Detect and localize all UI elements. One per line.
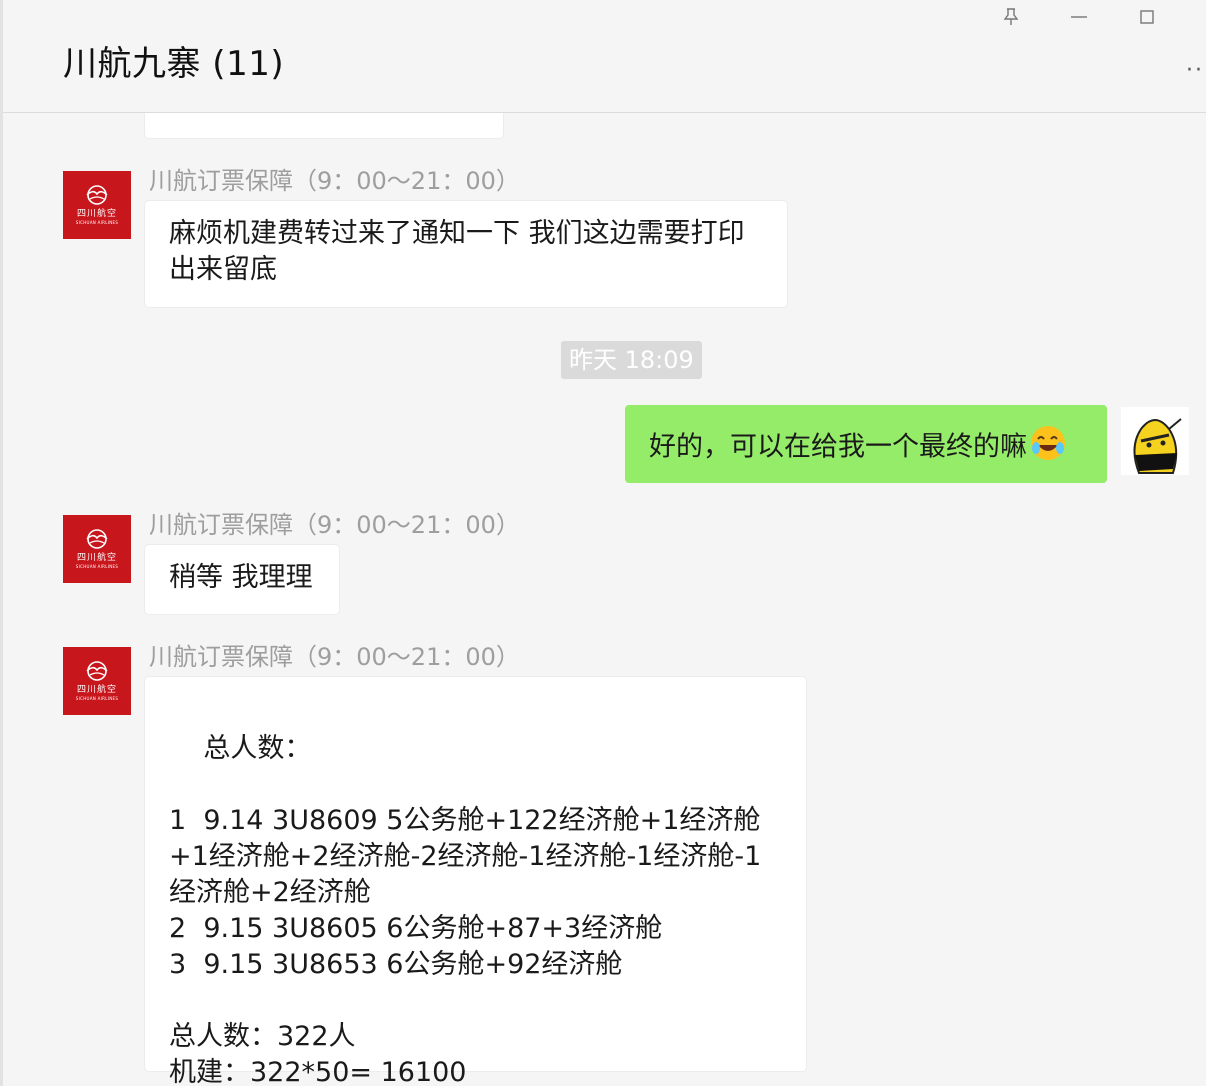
sender-name: 川航订票保障（9：00～21：00） — [149, 167, 520, 195]
cartoon-avatar-icon — [1133, 418, 1182, 474]
sender-name: 川航订票保障（9：00～21：00） — [149, 511, 520, 539]
message-bubble[interactable]: 稍等 我理理 — [145, 545, 339, 614]
message-bubble[interactable]: 总人数： 1 9.14 3U8609 5公务舱+122经济舱+1经济舱+1经济舱… — [145, 677, 806, 1086]
pin-icon[interactable] — [996, 2, 1026, 32]
sichuan-airlines-logo-icon — [86, 529, 108, 549]
chat-title: 川航九寨 (11) — [63, 44, 285, 84]
avatar-brand-en: SICHUAN AIRLINES — [75, 220, 119, 225]
sender-avatar[interactable]: 四川航空 SICHUAN AIRLINES — [63, 647, 131, 715]
my-avatar[interactable] — [1121, 407, 1189, 475]
sichuan-airlines-logo-icon — [86, 185, 108, 205]
avatar-brand-en: SICHUAN AIRLINES — [75, 564, 119, 569]
maximize-icon[interactable] — [1132, 2, 1162, 32]
message-text: 总人数： 1 9.14 3U8609 5公务舱+122经济舱+1经济舱+1经济舱… — [169, 733, 762, 1086]
message-text: 麻烦机建费转过来了通知一下 我们这边需要打印出来留底 — [169, 218, 745, 285]
timestamp-chip: 昨天 18:09 — [561, 341, 702, 379]
sender-avatar[interactable]: 四川航空 SICHUAN AIRLINES — [63, 171, 131, 239]
avatar-brand-cn: 四川航空 — [76, 685, 117, 695]
my-message-bubble[interactable]: 好的，可以在给我一个最终的嘛 — [625, 405, 1107, 483]
rolling-laughing-emoji-icon — [1029, 424, 1067, 472]
avatar-brand-cn: 四川航空 — [76, 209, 117, 219]
message-bubble[interactable]: 麻烦机建费转过来了通知一下 我们这边需要打印出来留底 — [145, 201, 787, 307]
avatar-brand-cn: 四川航空 — [76, 553, 117, 563]
avatar-brand-en: SICHUAN AIRLINES — [75, 696, 119, 701]
minimize-icon[interactable] — [1064, 2, 1094, 32]
chat-header: 川航九寨 (11) ·· — [3, 0, 1206, 113]
chat-area[interactable]: 稍等 四川航空 SICHUAN AIRLINES 川航订票保障（9：00～21：… — [3, 113, 1206, 1086]
message-text: 稍等 我理理 — [169, 562, 313, 593]
message-bubble-partial[interactable]: 稍等 — [145, 113, 503, 138]
message-text: 好的，可以在给我一个最终的嘛 — [649, 431, 1027, 463]
sender-avatar[interactable]: 四川航空 SICHUAN AIRLINES — [63, 515, 131, 583]
sender-name: 川航订票保障（9：00～21：00） — [149, 643, 520, 671]
message-text: 稍等 — [169, 113, 223, 116]
more-icon[interactable]: ·· — [1186, 58, 1204, 83]
sichuan-airlines-logo-icon — [86, 661, 108, 681]
